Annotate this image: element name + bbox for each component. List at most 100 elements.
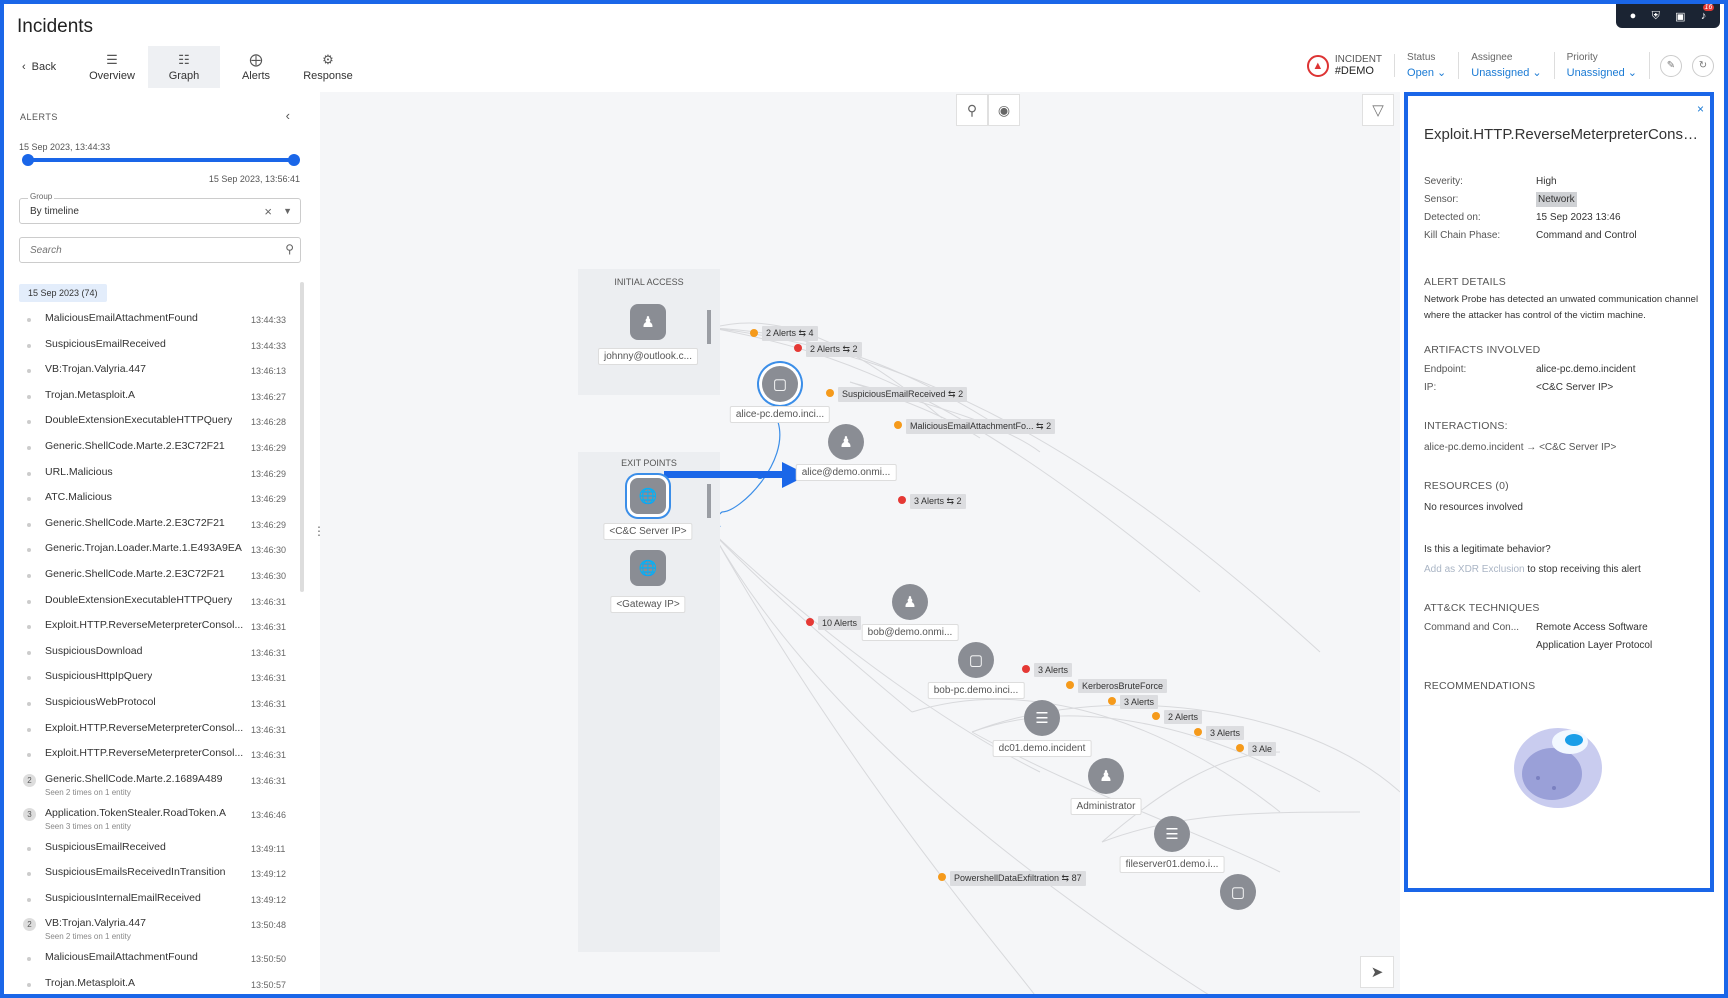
user-node-johnny[interactable]: ♟ xyxy=(630,304,666,340)
alert-label[interactable]: KerberosBruteForce xyxy=(1078,679,1168,693)
alert-label[interactable]: PowershellDataExfiltration ⇆ 87 xyxy=(950,871,1086,886)
alert-name: SuspiciousEmailReceived xyxy=(45,840,166,853)
list-item[interactable]: Exploit.HTTP.ReverseMeterpreterConsol...… xyxy=(4,745,300,771)
refresh-icon[interactable]: ↻ xyxy=(1692,54,1714,77)
alert-label[interactable]: 3 Alerts xyxy=(1034,663,1073,677)
filter-icon[interactable]: ▽ xyxy=(1362,94,1394,126)
alert-label[interactable]: 3 Ale xyxy=(1248,742,1277,756)
group-select[interactable]: Group By timeline × ▼ xyxy=(19,192,301,224)
user-node-administrator[interactable]: ♟ xyxy=(1088,758,1124,794)
alert-dot[interactable] xyxy=(794,344,802,352)
tab-response[interactable]: ⚙ Response xyxy=(292,46,364,88)
list-item[interactable]: URL.Malicious 13:46:29 xyxy=(4,464,300,490)
list-item[interactable]: SuspiciousWebProtocol 13:46:31 xyxy=(4,694,300,720)
list-item[interactable]: 2 VB:Trojan.Valyria.447 13:50:48 Seen 2 tim… xyxy=(4,915,300,949)
alert-dot[interactable] xyxy=(1152,712,1160,720)
date-group-chip[interactable]: 15 Sep 2023 (74) xyxy=(19,284,107,302)
alert-label[interactable]: 10 Alerts xyxy=(818,616,862,630)
alert-dot[interactable] xyxy=(1236,744,1244,752)
alert-dot[interactable] xyxy=(1194,728,1202,736)
priority-field[interactable]: Priority Unassigned ⌄ xyxy=(1555,52,1650,79)
alert-label[interactable]: 3 Alerts xyxy=(1120,695,1159,709)
gift-icon[interactable]: ▣ xyxy=(1675,10,1685,23)
list-item[interactable]: VB:Trojan.Valyria.447 13:46:13 xyxy=(4,361,300,387)
endpoint-node-bob-pc[interactable]: ▢ xyxy=(958,642,994,678)
list-item[interactable]: MaliciousEmailAttachmentFound 13:44:33 xyxy=(4,310,300,336)
list-item[interactable]: MaliciousEmailAttachmentFound 13:50:50 xyxy=(4,949,300,975)
list-item[interactable]: ATC.Malicious 13:46:29 xyxy=(4,489,300,515)
time-range-slider[interactable] xyxy=(22,154,300,166)
alert-dot[interactable] xyxy=(1022,665,1030,673)
server-node-dc01[interactable]: ☰ xyxy=(1024,700,1060,736)
alert-label[interactable]: SuspiciousEmailReceived ⇆ 2 xyxy=(838,387,968,402)
list-item[interactable]: SuspiciousHttpIpQuery 13:46:31 xyxy=(4,668,300,694)
alert-dot[interactable] xyxy=(938,873,946,881)
alert-dot[interactable] xyxy=(894,421,902,429)
list-scrollbar[interactable] xyxy=(300,282,304,592)
alert-dot[interactable] xyxy=(898,496,906,504)
list-item[interactable]: SuspiciousEmailsReceivedInTransition 13:4… xyxy=(4,864,300,890)
alert-label[interactable]: MaliciousEmailAttachmentFo... ⇆ 2 xyxy=(906,419,1056,434)
bell-icon[interactable]: ♪ 16 xyxy=(1701,4,1715,22)
tab-graph[interactable]: ☷ Graph xyxy=(148,46,220,88)
close-icon[interactable]: × xyxy=(1697,102,1704,116)
add-exclusion-link[interactable]: Add as XDR Exclusion xyxy=(1424,564,1525,575)
clear-icon[interactable]: × xyxy=(264,204,272,219)
status-field[interactable]: Status Open ⌄ xyxy=(1395,52,1460,79)
alert-label[interactable]: 2 Alerts xyxy=(1164,710,1203,724)
alert-label[interactable]: 2 Alerts ⇆ 2 xyxy=(806,342,862,357)
range-end-handle[interactable] xyxy=(288,154,300,166)
list-item[interactable]: Generic.ShellCode.Marte.2.E3C72F21 13:46:… xyxy=(4,566,300,592)
range-start-handle[interactable] xyxy=(22,154,34,166)
alert-label[interactable]: 3 Alerts ⇆ 2 xyxy=(910,494,966,509)
user-node-alice[interactable]: ♟ xyxy=(828,424,864,460)
search-icon[interactable]: ⚲ xyxy=(956,94,988,126)
list-item[interactable]: SuspiciousInternalEmailReceived 13:49:12 xyxy=(4,890,300,916)
endpoint-link[interactable]: alice-pc.demo.incident xyxy=(1536,364,1636,375)
alert-dot[interactable] xyxy=(806,618,814,626)
edit-icon[interactable]: ✎ xyxy=(1660,54,1682,77)
list-item[interactable]: DoubleExtensionExecutableHTTPQuery 13:46:… xyxy=(4,412,300,438)
search-input[interactable] xyxy=(30,245,270,256)
list-item[interactable]: Generic.ShellCode.Marte.2.E3C72F21 13:46:… xyxy=(4,515,300,541)
alert-label[interactable]: 3 Alerts xyxy=(1206,726,1245,740)
caret-down-icon[interactable]: ▼ xyxy=(283,206,292,216)
list-item[interactable]: 3 Application.TokenStealer.RoadToken.A 13:… xyxy=(4,805,300,839)
server-node-fileserver[interactable]: ☰ xyxy=(1154,816,1190,852)
tab-overview[interactable]: ☰ Overview xyxy=(76,46,148,88)
alert-dot[interactable] xyxy=(750,329,758,337)
list-item[interactable]: Generic.Trojan.Loader.Marte.1.E493A9EA 13… xyxy=(4,540,300,566)
ip-link[interactable]: <C&C Server IP> xyxy=(1536,382,1613,393)
list-item[interactable]: SuspiciousEmailReceived 13:49:11 xyxy=(4,839,300,865)
user-icon[interactable]: ● xyxy=(1630,10,1637,22)
alert-dot[interactable] xyxy=(826,389,834,397)
eye-icon[interactable]: ◉ xyxy=(988,94,1020,126)
list-item[interactable]: Trojan.Metasploit.A 13:46:27 xyxy=(4,387,300,413)
shield-icon[interactable]: ⛨ xyxy=(1652,10,1660,23)
user-node-bob[interactable]: ♟ xyxy=(892,584,928,620)
alert-label[interactable]: 2 Alerts ⇆ 4 xyxy=(762,326,818,341)
range-end: 15 Sep 2023, 13:56:41 xyxy=(208,174,300,184)
list-item[interactable]: 2 Generic.ShellCode.Marte.2.1689A489 13:46… xyxy=(4,771,300,805)
gateway-node[interactable]: 🌐 xyxy=(630,550,666,586)
collapse-icon[interactable]: ‹ xyxy=(286,108,290,123)
list-item[interactable]: DoubleExtensionExecutableHTTPQuery 13:46:… xyxy=(4,592,300,618)
list-item[interactable]: Exploit.HTTP.ReverseMeterpreterConsol...… xyxy=(4,617,300,643)
tab-alerts[interactable]: ⨁ Alerts xyxy=(220,46,292,88)
list-item[interactable]: Trojan.Metasploit.A 13:50:57 xyxy=(4,975,300,998)
assignee-field[interactable]: Assignee Unassigned ⌄ xyxy=(1459,52,1555,79)
search-icon[interactable]: ⚲ xyxy=(285,242,294,256)
back-label: Back xyxy=(31,61,57,73)
cc-server-node[interactable]: 🌐 xyxy=(630,478,666,514)
endpoint-node-alice-pc[interactable]: ▢ xyxy=(762,366,798,402)
alert-dot[interactable] xyxy=(1066,681,1074,689)
navigate-icon[interactable]: ➤ xyxy=(1360,956,1394,988)
list-item[interactable]: Generic.ShellCode.Marte.2.E3C72F21 13:46:… xyxy=(4,438,300,464)
top-icons-bar: ● ⛨ ▣ ♪ 16 xyxy=(1616,4,1720,28)
list-item[interactable]: SuspiciousDownload 13:46:31 xyxy=(4,643,300,669)
alert-dot[interactable] xyxy=(1108,697,1116,705)
list-item[interactable]: SuspiciousEmailReceived 13:44:33 xyxy=(4,336,300,362)
endpoint-node-partial[interactable]: ▢ xyxy=(1220,874,1256,910)
list-item[interactable]: Exploit.HTTP.ReverseMeterpreterConsol...… xyxy=(4,720,300,746)
back-button[interactable]: ‹ Back xyxy=(16,46,76,88)
